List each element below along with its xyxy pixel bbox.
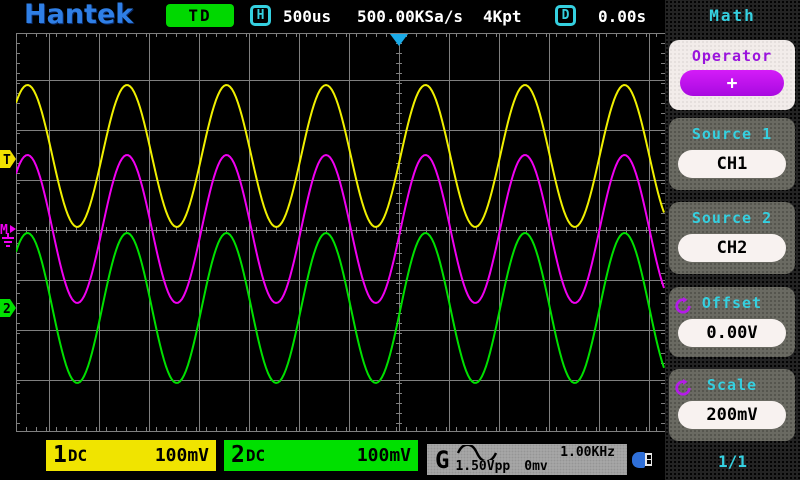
trigger-position-marker[interactable] (390, 34, 408, 46)
source2-label: Source 2 (691, 209, 773, 227)
oscilloscope-screen: T M 2 Hantek TD H 500us 500.00KSa/s 4Kpt D… (0, 0, 800, 480)
math-menu-panel: Math Operator + Source 1 CH1 Source 2 CH… (665, 0, 800, 480)
menu-item-source2[interactable]: Source 2 CH2 (669, 202, 795, 274)
offset-value-button[interactable]: 0.00V (678, 319, 786, 347)
waveform-ch2[interactable] (16, 231, 665, 385)
source2-value-button[interactable]: CH2 (678, 234, 786, 262)
ch1-coupling: DC (67, 446, 88, 465)
trigger-level-marker[interactable]: T (0, 150, 16, 168)
svg-text:T: T (3, 153, 11, 168)
ch2-coupling: DC (245, 446, 266, 465)
ch1-scale: 100mV (154, 445, 209, 466)
horizontal-icon: H (250, 5, 271, 26)
sample-rate-readout: 500.00KSa/s (357, 7, 463, 26)
waveform-ch1[interactable] (16, 83, 665, 229)
scope-display[interactable]: T M 2 (0, 0, 666, 480)
rotate-knob-icon (675, 297, 691, 314)
hantek-logo: Hantek (24, 0, 134, 30)
ch2-scale: 100mV (356, 445, 411, 466)
source1-value-button[interactable]: CH1 (678, 150, 786, 178)
acquire-mode-badge: TD (166, 4, 234, 27)
svg-text:M: M (0, 223, 8, 238)
generator-status-panel[interactable]: G 1.00KHz 1.50Vpp 0mv (427, 444, 627, 475)
usb-device-icon (632, 451, 654, 468)
generator-frequency: 1.00KHz (560, 444, 615, 460)
operator-value-button[interactable]: + (680, 70, 784, 96)
math-position-marker[interactable]: M (0, 223, 16, 247)
scale-value-button[interactable]: 200mV (678, 401, 786, 429)
menu-item-operator[interactable]: Operator + (669, 40, 795, 110)
timebase-readout: 500us (283, 7, 332, 26)
menu-item-scale[interactable]: Scale 200mV (669, 369, 795, 441)
menu-title: Math (709, 6, 756, 25)
rotate-knob-icon (675, 379, 691, 396)
channel2-position-marker[interactable]: 2 (0, 299, 16, 317)
ch2-number: 2 (231, 442, 245, 468)
sine-wave-icon (457, 445, 498, 461)
menu-item-source1[interactable]: Source 1 CH1 (669, 118, 795, 190)
generator-amplitude: 1.50Vpp (455, 459, 511, 475)
svg-text:2: 2 (3, 302, 11, 317)
menu-page-indicator: 1/1 (718, 452, 747, 471)
horizontal-offset-readout: 0.00s (598, 7, 647, 26)
operator-label: Operator (691, 47, 773, 65)
graticule-border (16, 33, 666, 432)
menu-item-offset[interactable]: Offset 0.00V (669, 287, 795, 357)
generator-offset: 0mv (524, 459, 548, 475)
ch1-number: 1 (53, 442, 67, 468)
delay-icon: D (555, 5, 576, 26)
memory-depth-readout: 4Kpt (483, 7, 522, 26)
channel1-badge[interactable]: 1 DC 100mV (45, 439, 217, 472)
generator-label: G (435, 445, 450, 474)
channel2-badge[interactable]: 2 DC 100mV (223, 439, 419, 472)
source1-label: Source 1 (691, 125, 773, 143)
